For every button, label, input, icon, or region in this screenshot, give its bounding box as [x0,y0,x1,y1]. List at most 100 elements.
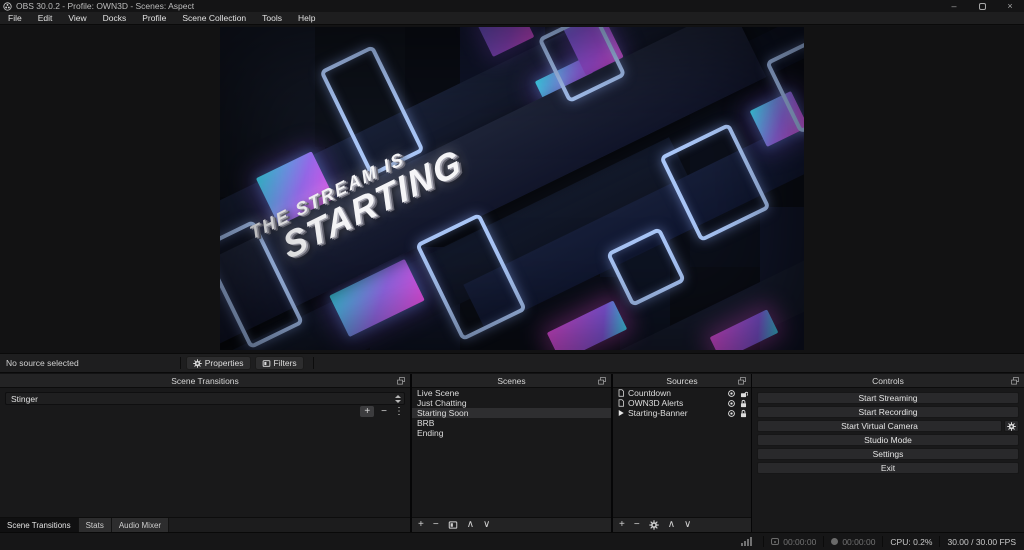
stream-status-icon [771,538,780,545]
record-time-group: 00:00:00 [831,537,875,547]
lock-icon[interactable] [739,389,748,398]
properties-button[interactable]: Properties [185,356,251,370]
stream-time-group: 00:00:00 [771,537,816,547]
lock-icon[interactable] [739,409,748,418]
scene-item-starting-soon[interactable]: Starting Soon [412,408,611,418]
popout-icon[interactable] [737,376,747,386]
scene-item-brb[interactable]: BRB [412,418,611,428]
tab-audio-mixer[interactable]: Audio Mixer [111,518,170,532]
scene-item-ending[interactable]: Ending [412,428,611,438]
lock-icon[interactable] [739,399,748,408]
minimize-button[interactable]: – [940,0,968,12]
source-properties-gear-button[interactable] [648,520,659,530]
add-transition-button[interactable]: + [360,406,375,417]
cpu-usage: CPU: 0.2% [890,536,933,547]
spinner-icon [393,393,402,404]
controls-title: Controls [872,375,904,386]
exit-button[interactable]: Exit [757,462,1019,474]
sources-dock: Sources Countdown OWN3D Alerts Starting-… [613,374,751,532]
preview-canvas[interactable]: THE STREAM IS STARTING [220,27,804,350]
menu-item-view[interactable]: View [60,12,94,25]
menu-item-profile[interactable]: Profile [134,12,174,25]
settings-button[interactable]: Settings [757,448,1019,460]
scene-item-live-scene[interactable]: Live Scene [412,388,611,398]
source-item-starting-banner[interactable]: Starting-Banner [613,408,751,418]
menu-item-edit[interactable]: Edit [30,12,61,25]
network-signal-icon [741,537,753,546]
popout-icon[interactable] [396,376,406,386]
controls-dock: Controls Start Streaming Start Recording… [752,374,1024,532]
visibility-eye-icon[interactable] [727,389,736,398]
filters-icon [262,359,271,368]
virtual-camera-config-button[interactable] [1004,420,1019,432]
obs-logo-icon [3,1,12,11]
start-streaming-button[interactable]: Start Streaming [757,392,1019,404]
transition-select[interactable]: Stinger [5,392,405,405]
move-source-down-button[interactable]: ∨ [684,520,691,530]
dock-area: Scene Transitions Stinger + − ⋮ Scene Tr… [0,374,1024,532]
tab-scene-transitions[interactable]: Scene Transitions [0,518,79,532]
gear-icon [1007,421,1016,431]
start-recording-button[interactable]: Start Recording [757,406,1019,418]
filters-button[interactable]: Filters [254,356,304,370]
window-title: OBS 30.0.2 - Profile: OWN3D - Scenes: As… [16,1,195,11]
program-view: THE STREAM IS STARTING [0,26,1024,353]
source-name: Starting-Banner [628,408,688,418]
start-virtual-camera-button[interactable]: Start Virtual Camera [757,420,1002,432]
remove-scene-button[interactable]: − [433,520,439,530]
toolbar-separator [179,357,181,369]
remove-source-button[interactable]: − [634,520,640,530]
sources-header[interactable]: Sources [613,374,751,388]
popout-icon[interactable] [1010,376,1020,386]
transition-properties-button[interactable]: ⋮ [394,406,404,417]
scenes-header[interactable]: Scenes [412,374,611,388]
window-controls: – × [940,0,1024,12]
studio-mode-button[interactable]: Studio Mode [757,434,1019,446]
record-status-icon [831,538,839,545]
gear-icon [192,358,202,368]
toolbar-separator [312,357,314,369]
source-name: Countdown [628,388,672,398]
transition-actions: + − ⋮ [360,406,404,417]
menu-bar: File Edit View Docks Profile Scene Colle… [0,12,1024,25]
scene-item-just-chatting[interactable]: Just Chatting [412,398,611,408]
title-bar: OBS 30.0.2 - Profile: OWN3D - Scenes: As… [0,0,1024,12]
scene-list: Live Scene Just Chatting Starting Soon B… [412,388,611,438]
source-item-countdown[interactable]: Countdown [613,388,751,398]
menu-item-docks[interactable]: Docks [95,12,135,25]
remove-transition-button[interactable]: − [381,406,387,417]
source-item-own3d-alerts[interactable]: OWN3D Alerts [613,398,751,408]
scenes-dock: Scenes Live Scene Just Chatting Starting… [412,374,611,532]
close-button[interactable]: × [996,0,1024,12]
maximize-button[interactable] [968,0,996,12]
scene-transitions-dock: Scene Transitions Stinger + − ⋮ Scene Tr… [0,374,410,532]
tab-stats[interactable]: Stats [78,518,112,532]
source-list: Countdown OWN3D Alerts Starting-Banner [613,388,751,418]
menu-item-file[interactable]: File [0,12,30,25]
maximize-icon [978,2,986,10]
menu-item-scene-collection[interactable]: Scene Collection [174,12,254,25]
sources-title: Sources [666,375,698,386]
menu-item-help[interactable]: Help [290,12,323,25]
status-separator [763,536,765,547]
move-scene-down-button[interactable]: ∨ [483,520,490,530]
status-separator [882,536,884,547]
preview-artwork: THE STREAM IS STARTING [220,27,804,350]
browser-source-icon [617,399,625,407]
move-source-up-button[interactable]: ∧ [668,520,675,530]
status-separator [939,536,941,547]
menu-item-tools[interactable]: Tools [254,12,290,25]
add-source-button[interactable]: + [619,520,625,530]
source-toolbar: No source selected Properties Filters [0,353,1024,373]
controls-header[interactable]: Controls [752,374,1024,388]
source-status-label: No source selected [6,358,79,368]
controls-body: Start Streaming Start Recording Start Vi… [752,388,1024,474]
popout-icon[interactable] [597,376,607,386]
scene-transitions-header[interactable]: Scene Transitions [0,374,410,388]
status-separator [823,536,825,547]
visibility-eye-icon[interactable] [727,409,736,418]
move-scene-up-button[interactable]: ∧ [467,520,474,530]
add-scene-button[interactable]: + [418,520,424,530]
scene-filters-button[interactable] [448,520,458,530]
visibility-eye-icon[interactable] [727,399,736,408]
